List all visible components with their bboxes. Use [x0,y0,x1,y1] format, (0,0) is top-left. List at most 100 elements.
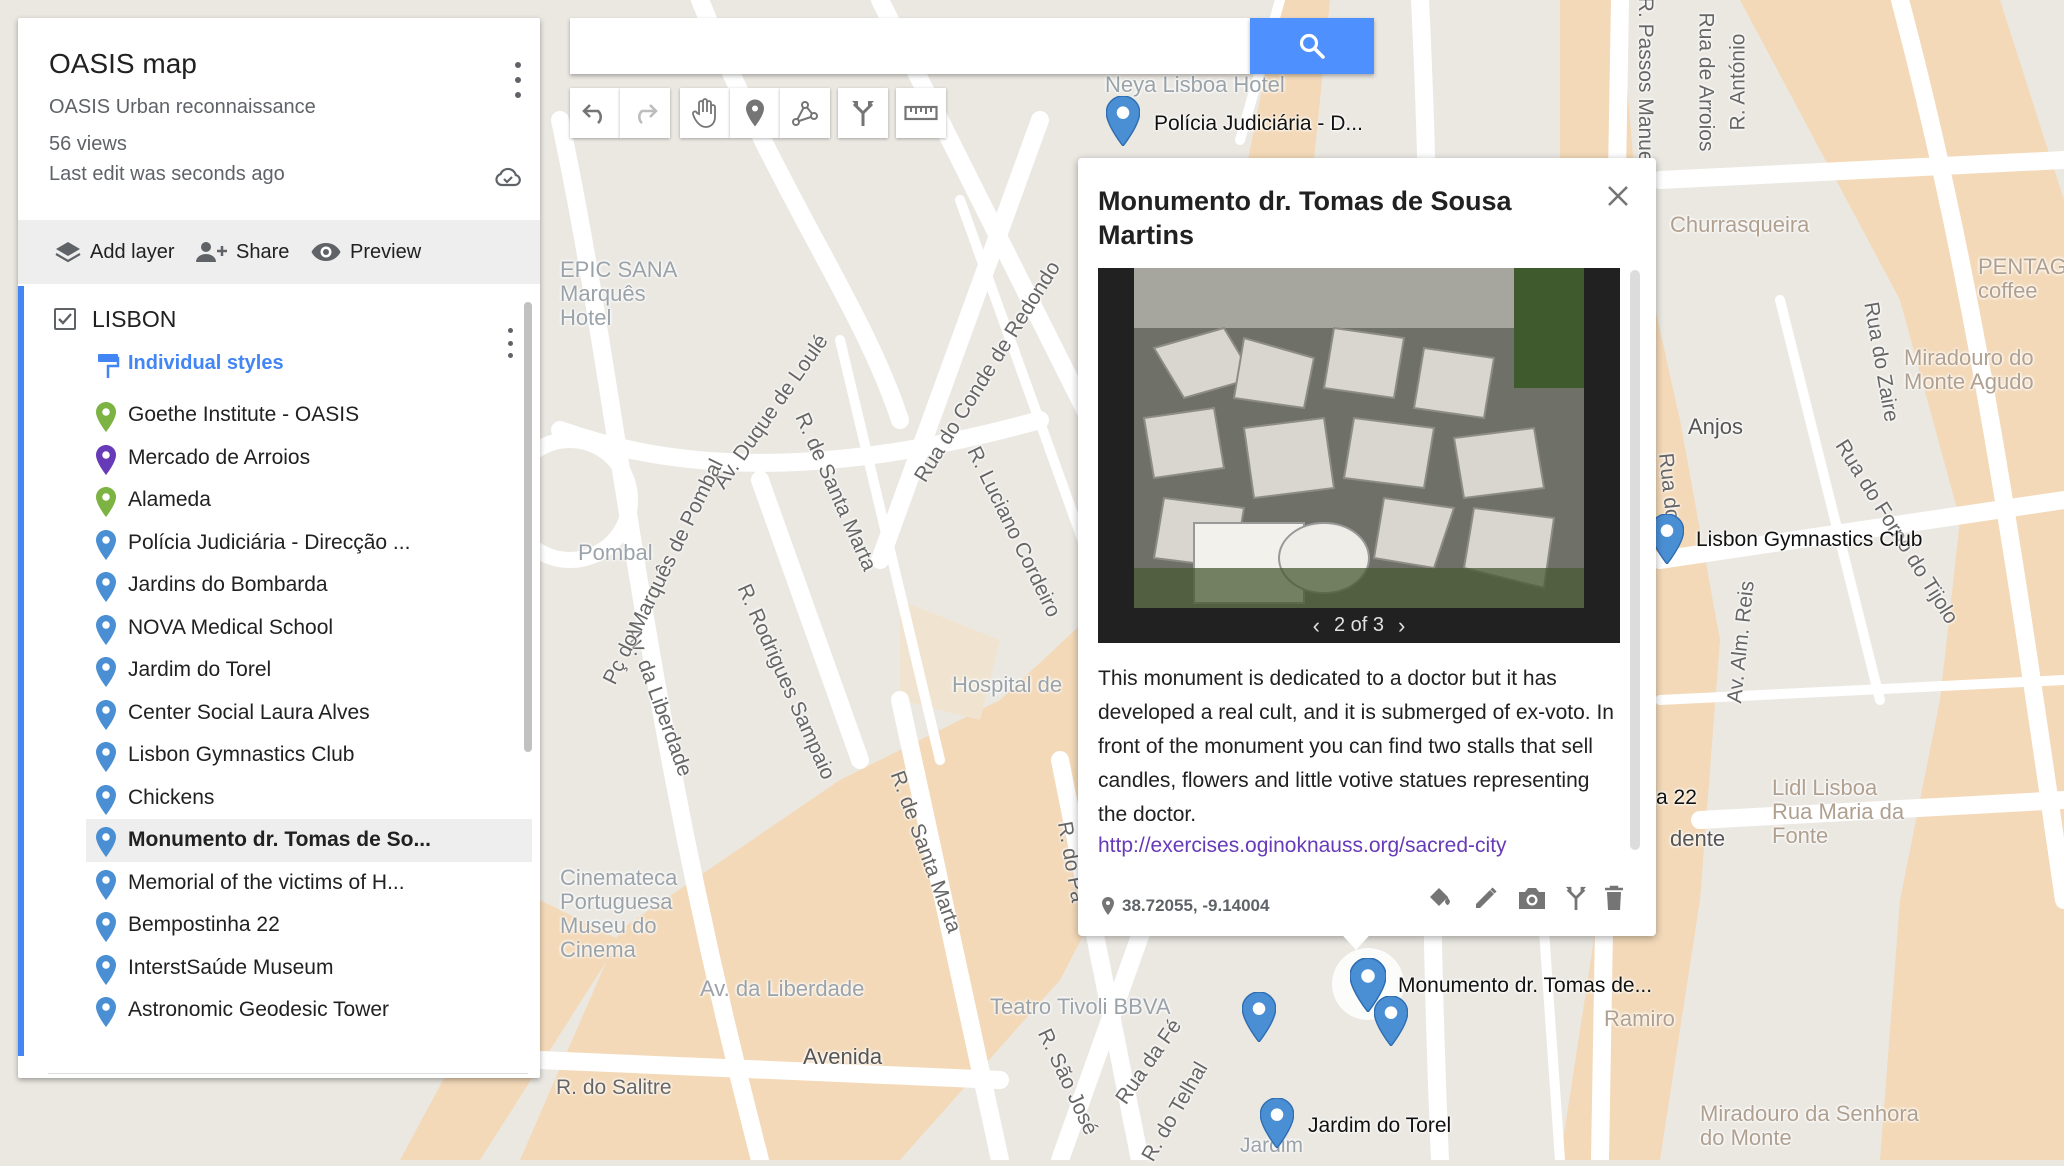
individual-styles-link[interactable]: Individual styles [128,352,284,375]
add-image-button[interactable] [1514,880,1550,916]
list-item[interactable]: Astronomic Geodesic Tower [86,989,532,1032]
info-window-scrollbar[interactable] [1630,270,1640,850]
layer-section: LISBON Individual styles Goethe Institut… [18,286,540,1056]
map-place-label: Anjos [1688,414,1744,439]
redo-icon [638,104,658,124]
panel-actions-bar: Add layer Share Preview [18,220,540,284]
marker-icon [96,869,116,906]
preview-label: Preview [350,240,422,263]
add-marker-button[interactable] [730,88,780,138]
map-title[interactable]: OASIS map [49,48,197,80]
marker-icon [96,997,116,1033]
previous-image-button[interactable]: ‹ [1313,613,1320,639]
add-directions-button[interactable] [838,88,888,138]
marker-icon [96,657,116,693]
marker-icon [96,402,116,438]
directions-icon [1565,886,1587,910]
search-input[interactable] [570,18,1250,74]
marker-icon [96,784,116,821]
coordinates-text: 38.72055, -9.14004 [1122,896,1270,915]
undo-button[interactable] [570,88,620,138]
list-item[interactable]: Memorial of the victims of H... [86,862,532,905]
layer-options-menu-icon[interactable] [502,328,518,358]
add-layer-label: Add layer [90,240,175,263]
delete-button[interactable] [1596,880,1632,916]
list-item[interactable]: Bempostinha 22 [86,904,532,947]
next-image-button[interactable]: › [1398,613,1405,639]
map-options-menu-icon[interactable] [510,62,526,98]
feature-label: NOVA Medical School [128,615,334,639]
ruler-icon [904,105,938,121]
style-button[interactable] [1422,880,1458,916]
map-place-label: Hospital de [952,672,1063,697]
image-carousel[interactable]: ‹ 2 of 3 › [1098,268,1620,643]
feature-photo[interactable] [1134,268,1584,608]
map-place-label: Churrasqueira [1670,212,1810,237]
list-item[interactable]: InterstSaúde Museum [86,947,532,990]
draw-line-icon [792,101,818,126]
close-icon [1608,186,1628,206]
map-place-label: Miradouro do Monte Agudo [1904,345,2034,394]
feature-list: Goethe Institute - OASIS Mercado de Arro… [86,394,532,1032]
eye-icon [311,243,341,261]
feature-label: Chickens [128,785,215,809]
list-item[interactable]: Mercado de Arroios [86,437,532,480]
marker-icon [96,827,116,863]
paint-roller-icon [96,352,120,385]
list-item[interactable]: Center Social Laura Alves [86,692,532,735]
close-button[interactable] [1606,184,1630,213]
search-icon [1299,33,1325,59]
map-view-count: 56 views [49,133,127,155]
add-layer-button[interactable]: Add layer [54,220,175,284]
map-marker[interactable] [1241,991,1277,1047]
list-item[interactable]: Lisbon Gymnastics Club [86,734,532,777]
map-place-label: PENTAG coffee [1978,254,2064,303]
layer-name[interactable]: LISBON [92,306,176,333]
map-place-label: Ramiro [1604,1006,1675,1031]
map-place-label: EPIC SANA Marquês Hotel [560,257,677,330]
image-counter: 2 of 3 [1333,614,1385,636]
draw-line-button[interactable] [780,88,830,138]
feature-label: Polícia Judiciária - Direcção ... [128,530,411,554]
list-item[interactable]: NOVA Medical School [86,607,532,650]
last-edit-status: Last edit was seconds ago [49,163,285,185]
redo-button[interactable] [620,88,670,138]
directions-icon [852,101,874,126]
directions-button[interactable] [1558,880,1594,916]
list-item[interactable]: Jardim do Torel [86,649,532,692]
feature-title: Monumento dr. Tomas de Sousa Martins [1098,186,1512,250]
preview-button[interactable]: Preview [310,220,421,284]
map-place-label: Pombal [578,540,653,565]
edit-button[interactable] [1468,880,1504,916]
map-description[interactable]: OASIS Urban reconnaissance [49,96,316,119]
marker-icon [96,742,116,778]
info-window-pointer [1336,928,1376,950]
feature-label: Memorial of the victims of H... [128,870,405,894]
list-item[interactable]: Polícia Judiciária - Direcção ... [86,522,532,565]
select-items-button[interactable] [680,88,730,138]
feature-info-window: Monumento dr. Tomas de Sousa Martins ‹ 2… [1078,158,1656,936]
list-item[interactable]: Alameda [86,479,532,522]
marker-icon [96,572,116,608]
feature-link[interactable]: http://exercises.oginoknauss.org/sacred-… [1098,834,1507,858]
feature-label: Goethe Institute - OASIS [128,403,360,427]
list-item-selected[interactable]: Monumento dr. Tomas de So... [86,819,532,862]
feature-label: Center Social Laura Alves [128,700,370,724]
search-button[interactable] [1250,18,1374,74]
map-marker[interactable] [1373,995,1409,1051]
map-street-label: R. Passos Manuel [1634,0,1658,168]
layer-visibility-checkbox[interactable] [54,308,76,330]
list-item[interactable]: Jardins do Bombarda [86,564,532,607]
marker-icon [96,529,116,566]
list-item[interactable]: Goethe Institute - OASIS [86,394,532,437]
share-button[interactable]: Share [194,220,289,284]
map-marker-torel[interactable] [1259,1097,1295,1153]
list-item[interactable]: Chickens [86,777,532,820]
image-pager: ‹ 2 of 3 › [1098,608,1620,643]
map-marker-label: Monumento dr. Tomas de... [1398,974,1653,997]
measure-distance-button[interactable] [896,88,946,138]
map-marker-policia[interactable] [1105,95,1141,151]
feature-label: Bempostinha 22 [128,913,280,937]
map-place-label: a 22 [1656,786,1697,809]
layer-list-scrollbar[interactable] [524,302,532,752]
